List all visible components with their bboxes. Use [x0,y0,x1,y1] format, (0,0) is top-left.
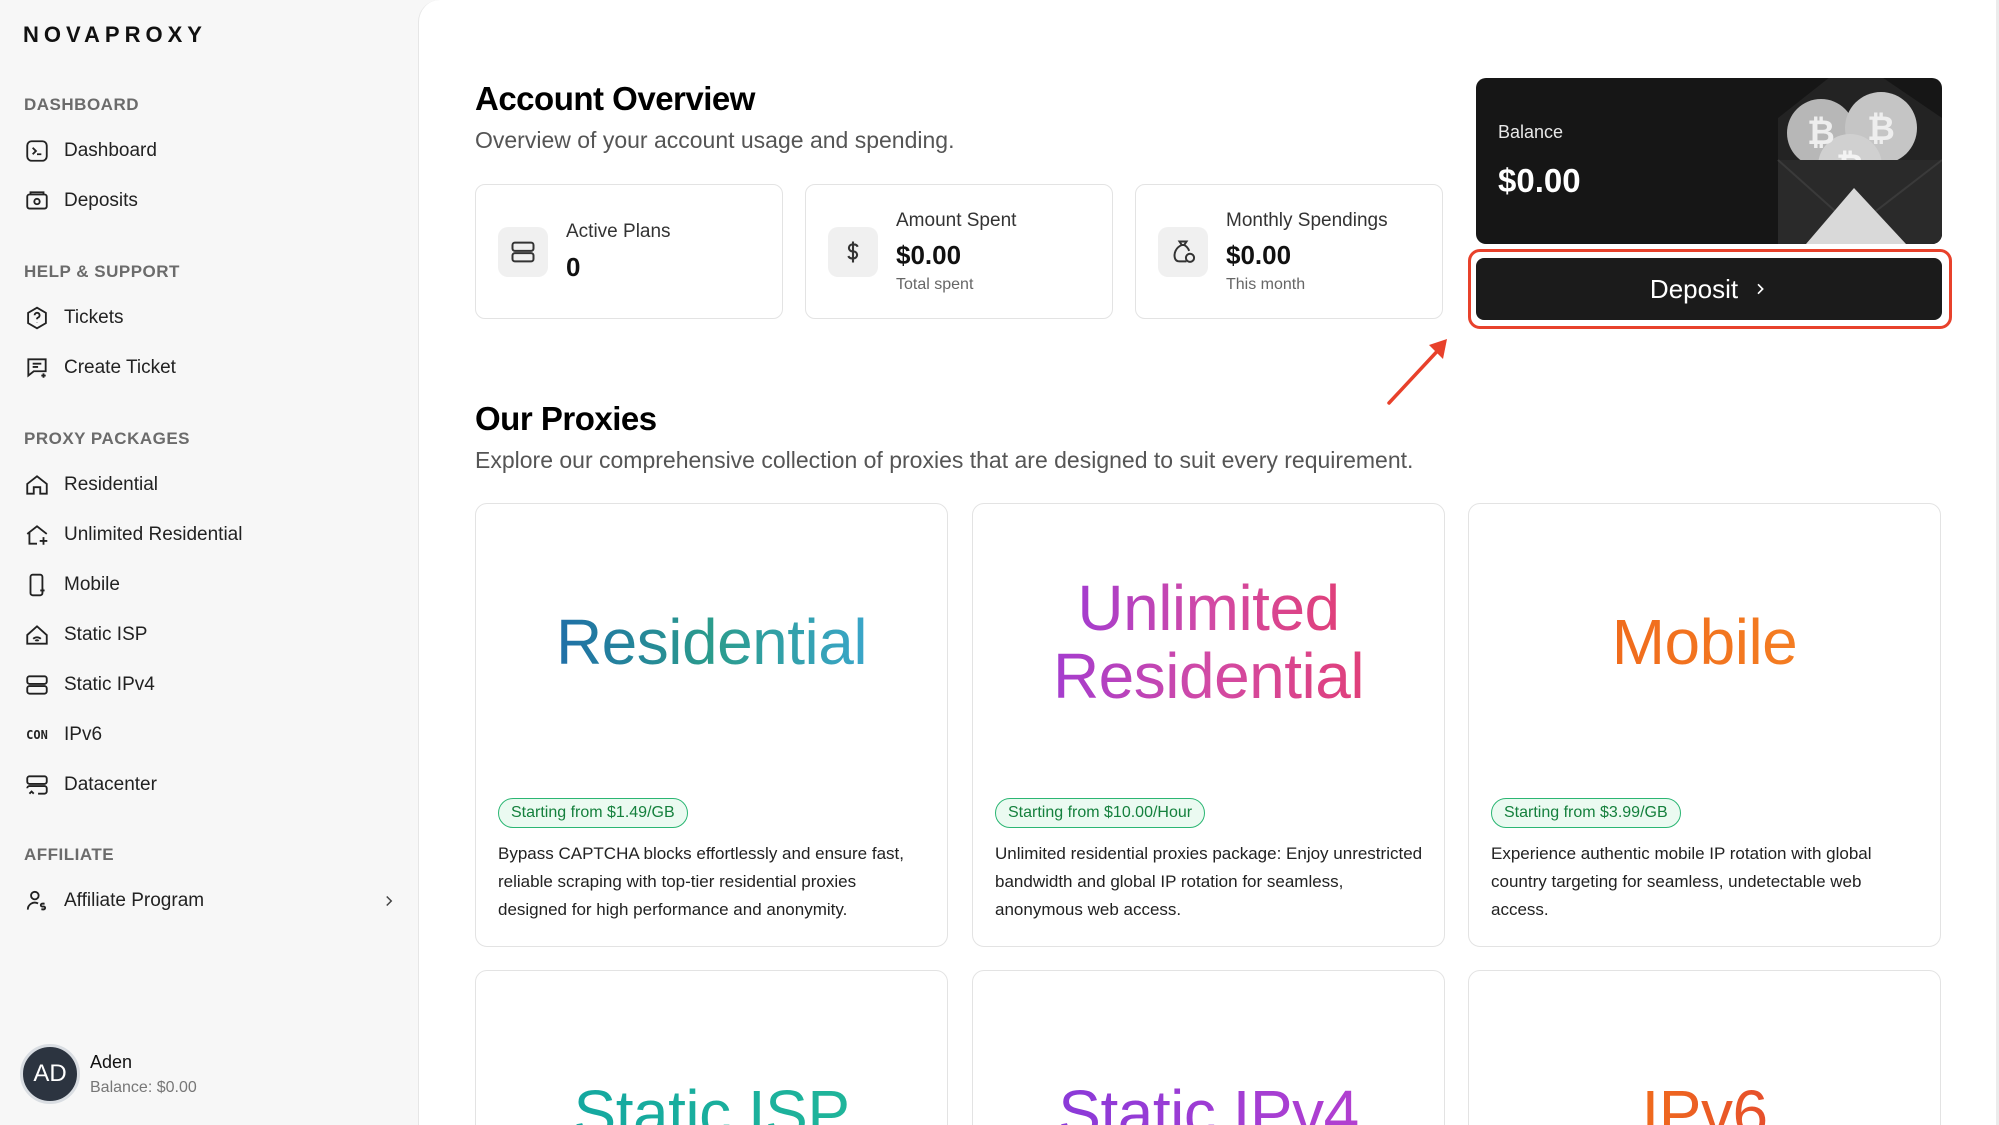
proxy-card-description: Bypass CAPTCHA blocks effortlessly and e… [498,844,904,919]
balance-card: Balance $0.00 ₿ ₿ ₿ [1476,78,1942,244]
page-title: Account Overview [475,80,755,117]
proxy-card-title: Unlimited Residential [1052,572,1365,712]
sidebar-item-label: Static IPv4 [64,674,155,695]
sidebar-item-static-ipv4[interactable]: Static IPv4 [24,668,155,702]
sidebar-item-label: Mobile [64,574,120,595]
sidebar-item-label: Affiliate Program [64,890,205,911]
sidebar-item-affiliate-program[interactable]: Affiliate Program [24,884,404,918]
stat-value: $0.00 [896,240,962,270]
help-circle-icon [24,305,50,331]
sidebar: NOVAPROXY DASHBOARD Dashboard Deposits H… [0,0,418,1125]
proxy-card-title: Residential [555,606,868,678]
sidebar-item-label: Residential [64,474,158,495]
terminal-icon [24,138,50,164]
app-window: NOVAPROXY DASHBOARD Dashboard Deposits H… [0,0,1999,1125]
sidebar-item-mobile[interactable]: Mobile [24,568,120,602]
sidebar-item-residential[interactable]: Residential [24,468,158,502]
stat-card-active-plans: Active Plans 0 [475,184,783,319]
price-badge: Starting from $1.49/GB [498,798,688,828]
section-title-affiliate: AFFILIATE [24,845,115,864]
server-icon [24,672,50,698]
proxy-card-unlimited-residential[interactable]: Unlimited Residential Starting from $10.… [972,503,1445,947]
brand-logo[interactable]: NOVAPROXY [23,22,207,48]
proxy-card-title: Static IPv4 [973,1079,1444,1125]
server-icon [498,227,548,277]
datacenter-icon [24,772,50,798]
user-name: Aden [90,1051,133,1072]
section-title-proxy-packages: PROXY PACKAGES [24,429,191,448]
section-title-help: HELP & SUPPORT [24,262,180,281]
balance-label: Balance [1498,122,1564,142]
proxy-card-description: Unlimited residential proxies package: E… [995,844,1423,919]
sidebar-item-label: Unlimited Residential [64,524,243,545]
sidebar-item-create-ticket[interactable]: Create Ticket [24,351,176,385]
proxy-card-title: Static ISP [476,1079,947,1125]
balance-value: $0.00 [1498,162,1581,199]
con-icon: CON [26,728,48,742]
section-subtitle-our-proxies: Explore our comprehensive collection of … [475,447,1414,473]
sidebar-item-tickets[interactable]: Tickets [24,301,123,335]
user-balance: Balance: $0.00 [90,1078,197,1096]
proxy-card-title: Mobile [1611,606,1798,678]
annotation-arrow-icon [1387,339,1447,405]
svg-text:₿: ₿ [1807,113,1835,153]
sidebar-item-label: Create Ticket [64,357,176,378]
stat-value: $0.00 [1226,240,1292,270]
sidebar-item-label: Tickets [64,307,124,328]
wallet-icon [24,188,50,214]
sidebar-item-label: Dashboard [64,140,157,161]
money-bag-icon [1158,227,1208,277]
user-profile[interactable]: AD Aden Balance: $0.00 [20,1044,197,1104]
sidebar-item-dashboard[interactable]: Dashboard [24,134,157,168]
sidebar-item-datacenter[interactable]: Datacenter [24,768,157,802]
sidebar-item-unlimited-residential[interactable]: Unlimited Residential [24,518,242,552]
chevron-right-icon [386,895,393,907]
page-subtitle: Overview of your account usage and spend… [475,127,955,153]
mobile-icon [24,572,50,598]
section-title-our-proxies: Our Proxies [475,400,657,437]
stat-note: Total spent [896,276,974,293]
proxy-card-ipv6[interactable]: IPv6 [1468,970,1941,1125]
stat-label: Active Plans [566,221,671,242]
sidebar-item-label: IPv6 [64,724,103,745]
avatar[interactable]: AD [20,1044,80,1104]
stat-card-monthly-spendings: Monthly Spendings $0.00 This month [1135,184,1443,319]
price-badge: Starting from $3.99/GB [1491,798,1681,828]
deposit-button-label: Deposit [1649,273,1739,304]
deposit-button[interactable]: Deposit [1476,258,1942,320]
stat-value: 0 [566,252,581,282]
bitcoin-envelope-icon: ₿ ₿ ₿ [1777,78,1942,244]
home-icon [24,472,50,498]
proxy-card-title: IPv6 [1469,1079,1940,1125]
price-badge: Starting from $10.00/Hour [995,798,1206,828]
sidebar-item-label: Deposits [64,190,138,211]
sidebar-item-label: Static ISP [64,624,148,645]
sidebar-item-ipv6[interactable]: CON IPv6 [24,718,102,752]
chevron-right-icon [1757,283,1764,295]
user-dollar-icon [24,888,50,914]
proxy-card-static-isp[interactable]: Static ISP [475,970,948,1125]
message-plus-icon [24,355,50,381]
dollar-icon [828,227,878,277]
svg-text:₿: ₿ [1867,109,1895,149]
proxy-card-mobile[interactable]: Mobile Starting from $3.99/GB Experience… [1468,503,1941,947]
proxy-card-static-ipv4[interactable]: Static IPv4 [972,970,1445,1125]
home-plus-icon [24,522,50,548]
stat-note: This month [1226,276,1306,293]
proxy-card-residential[interactable]: Residential Starting from $1.49/GB Bypas… [475,503,948,947]
sidebar-item-static-isp[interactable]: Static ISP [24,618,147,652]
stat-label: Monthly Spendings [1226,210,1388,231]
section-title-dashboard: DASHBOARD [24,95,139,114]
sidebar-item-deposits[interactable]: Deposits [24,184,138,218]
house-signal-icon [24,622,50,648]
proxy-card-description: Experience authentic mobile IP rotation … [1491,844,1872,919]
stat-card-amount-spent: Amount Spent $0.00 Total spent [805,184,1113,319]
sidebar-item-label: Datacenter [64,774,157,795]
stat-label: Amount Spent [896,210,1017,231]
